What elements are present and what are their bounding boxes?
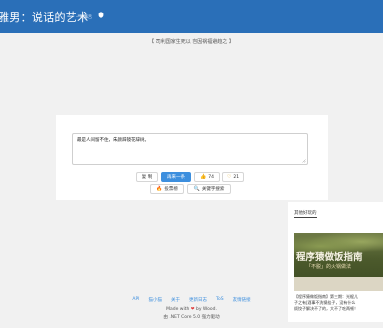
footer-link-about[interactable]: 关于	[171, 297, 180, 303]
book-cover-title: 程序猿做饭指南	[296, 252, 363, 263]
powered-by-line: 由 .NET Core 5.0 强力驱动	[163, 315, 220, 320]
heart-icon: ❤	[190, 307, 195, 312]
book-cover-image[interactable]: 程序猿做饭指南 「不脱」的火锅做法	[294, 233, 383, 291]
copy-button[interactable]: 复 制	[136, 172, 158, 182]
quote-text: 最是人间留不住，朱颜辞镜花辞树。	[77, 138, 149, 143]
footer-link-friends[interactable]: 友情链接	[233, 297, 251, 303]
heart-icon: ♡	[226, 173, 232, 180]
favorite-button[interactable]: ♡ 21	[222, 172, 244, 182]
next-quote-label: 再来一条	[167, 175, 185, 180]
favorite-count: 21	[233, 174, 240, 180]
side-panel-title: 其他好玩的	[294, 211, 317, 218]
like-count: 74	[208, 174, 214, 180]
keyword-search-label: 关键字搜索	[201, 187, 225, 192]
header-bar: 雅男：说话的艺术 一键毒舌	[0, 0, 383, 33]
fire-icon: 🔥	[156, 185, 163, 192]
made-with-suffix: by Wood.	[195, 307, 217, 312]
quote-card: 最是人间留不住，朱颜辞镜花辞树。 复 制 再来一条 👍 74 ♡ 21 🔥 投票…	[56, 115, 328, 200]
made-with-prefix: Made with	[166, 307, 190, 312]
book-cover-base	[294, 277, 383, 291]
footer-link-api[interactable]: API	[132, 297, 139, 303]
site-subtitle: 一键毒舌	[76, 14, 92, 19]
notice-banner: 【 司利国家生死以 岂因祸福避趋之 】	[149, 39, 234, 45]
footer-link-cat[interactable]: 猫小猫	[149, 297, 163, 303]
copy-button-label: 复 制	[141, 175, 153, 180]
search-icon: 🔍	[193, 185, 200, 192]
thumbs-up-icon: 👍	[200, 173, 207, 180]
next-quote-button[interactable]: 再来一条	[161, 172, 191, 182]
shield-icon[interactable]	[98, 12, 104, 18]
made-with-line: Made with ❤ by Wood.	[0, 307, 383, 312]
like-button[interactable]: 👍 74	[194, 172, 220, 182]
footer-links: API 猫小猫 关于 更新日志 ToS 友情链接	[0, 297, 383, 303]
book-cover-subtitle: 「不脱」的火锅做法	[306, 264, 352, 270]
footer-link-tos[interactable]: ToS	[216, 297, 224, 303]
resize-handle-icon[interactable]	[301, 158, 306, 163]
keyword-search-button[interactable]: 🔍 关键字搜索	[187, 184, 231, 194]
footer-link-changelog[interactable]: 更新日志	[189, 297, 207, 303]
rank-button-label: 投票榜	[164, 187, 178, 192]
quote-textarea[interactable]: 最是人间留不住，朱颜辞镜花辞树。	[72, 133, 308, 165]
side-panel: 其他好玩的 程序猿做饭指南 「不脱」的火锅做法 【程序猿做饭指南】第三期：光棍儿…	[288, 202, 383, 322]
rank-button[interactable]: 🔥 投票榜	[150, 184, 184, 194]
